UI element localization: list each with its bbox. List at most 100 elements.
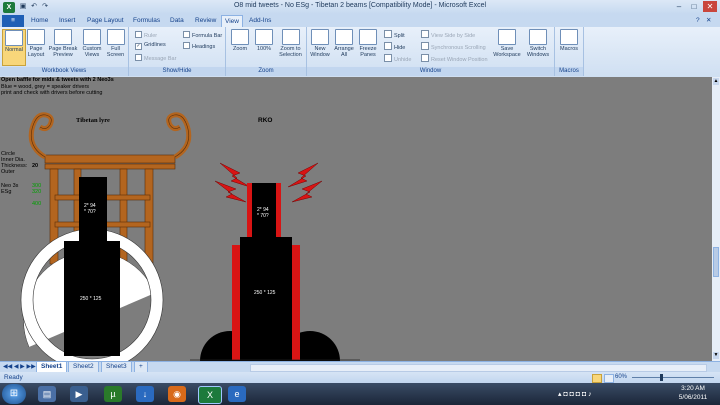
- tab-insert[interactable]: Insert: [59, 15, 75, 27]
- group-show-hide: Ruler ✓ Gridlines Message Bar Formula Bar…: [129, 27, 226, 76]
- woofer-label-right: 250 * 125: [254, 290, 276, 296]
- clock-date[interactable]: 5/06/2011: [670, 394, 716, 401]
- hide-button[interactable]: Hide: [384, 42, 405, 52]
- switch-windows-button[interactable]: Switch Windows: [524, 29, 552, 64]
- custom-views-icon: [83, 29, 101, 45]
- gridlines-checkbox[interactable]: ✓ Gridlines: [135, 42, 166, 50]
- unhide-icon: [384, 54, 392, 62]
- reset-position-icon: [421, 54, 429, 62]
- reset-window-position-button[interactable]: Reset Window Position: [421, 54, 488, 64]
- download-icon[interactable]: ↓: [136, 386, 154, 402]
- lightning-bolt-right-top: [287, 162, 319, 188]
- tray-icons[interactable]: ▴ ◘ ◘ ◘ ◘ ♪: [558, 390, 592, 398]
- tibetan-lyre-drawing[interactable]: [20, 112, 192, 361]
- status-bar: Ready 60%: [0, 372, 720, 383]
- hide-icon: [384, 42, 392, 50]
- close-icon[interactable]: ✕: [703, 1, 717, 12]
- firefox-icon[interactable]: ◉: [168, 386, 186, 402]
- maximize-icon[interactable]: □: [687, 1, 701, 12]
- full-screen-icon: [106, 29, 125, 45]
- normal-view-status-icon[interactable]: [592, 374, 602, 383]
- group-workbook-views: Normal Page Layout Page Break Preview Cu…: [0, 27, 129, 76]
- woofer-label-left: 250 * 125: [80, 296, 102, 302]
- message-bar-checkbox[interactable]: Message Bar: [135, 54, 176, 63]
- group-label-window: Window: [307, 67, 554, 76]
- group-window: New Window Arrange All Freeze Panes Spli…: [307, 27, 555, 76]
- scroll-up-icon[interactable]: ▲: [713, 78, 719, 85]
- sheet-nav-icon[interactable]: ◀◀ ◀ ▶ ▶▶: [3, 363, 36, 370]
- vertical-scroll-thumb[interactable]: [713, 247, 719, 277]
- freeze-panes-button[interactable]: Freeze Panes: [357, 29, 379, 64]
- horizontal-scrollbar[interactable]: [250, 364, 707, 372]
- utorrent-icon[interactable]: µ: [104, 386, 122, 402]
- zoom-100-icon: [255, 29, 273, 45]
- media-icon[interactable]: ▶: [70, 386, 88, 402]
- tab-add-ins[interactable]: Add-Ins: [249, 15, 271, 27]
- worksheet-area[interactable]: Open baffle for mids & tweets with 2 Neo…: [0, 77, 712, 361]
- unhide-button[interactable]: Unhide: [384, 54, 411, 64]
- green-value-2: 320: [32, 189, 42, 195]
- minimize-icon[interactable]: –: [672, 1, 686, 12]
- group-macros: Macros Macros: [555, 27, 584, 76]
- page-layout-icon: [27, 29, 45, 45]
- zoom-selection-icon: [281, 29, 300, 45]
- excel-taskbar-icon[interactable]: X: [198, 386, 222, 404]
- macros-button[interactable]: Macros: [557, 29, 581, 64]
- explorer-icon[interactable]: ▤: [38, 386, 56, 402]
- window-title: O8 mid tweets - No ESg - Tibetan 2 beams…: [233, 2, 487, 9]
- zoom-to-selection-button[interactable]: Zoom to Selection: [277, 29, 304, 64]
- start-button-icon[interactable]: ⊞: [2, 384, 26, 404]
- zoom-slider-thumb[interactable]: [660, 374, 663, 381]
- tab-formulas[interactable]: Formulas: [133, 15, 160, 27]
- rko-red-bottom-left: [232, 245, 240, 360]
- full-screen-button[interactable]: Full Screen: [105, 29, 126, 64]
- ie-icon[interactable]: e: [228, 386, 246, 402]
- rko-red-top-right: [276, 183, 281, 238]
- lyre-top-bar: [44, 154, 176, 164]
- zoom-100-button[interactable]: 100%: [254, 29, 274, 64]
- ribbon-close-icon[interactable]: ✕: [706, 15, 711, 27]
- green-value-3: 400: [32, 201, 42, 207]
- tab-review[interactable]: Review: [195, 15, 216, 27]
- split-button[interactable]: Split: [384, 30, 405, 40]
- zoom-button[interactable]: Zoom: [230, 29, 250, 64]
- zoom-level[interactable]: 60%: [615, 374, 627, 380]
- synchronous-scrolling-button[interactable]: Synchronous Scrolling: [421, 42, 486, 52]
- ruler-checkbox[interactable]: Ruler: [135, 31, 157, 40]
- group-label-workbook-views: Workbook Views: [0, 67, 128, 76]
- tab-view[interactable]: View: [221, 15, 243, 27]
- label-outer: Outer: [1, 169, 15, 175]
- office-button[interactable]: ≡: [2, 15, 24, 27]
- tab-home[interactable]: Home: [31, 15, 48, 27]
- headings-checkbox[interactable]: Headings: [183, 42, 215, 51]
- label-esg: ESg: [1, 189, 12, 195]
- switch-windows-icon: [529, 29, 547, 45]
- group-zoom: Zoom 100% Zoom to Selection Zoom: [226, 27, 307, 76]
- arrange-all-button[interactable]: Arrange All: [333, 29, 355, 64]
- help-icon[interactable]: ?: [696, 15, 700, 27]
- thickness-value: 20: [32, 163, 39, 169]
- arrange-all-icon: [335, 29, 353, 45]
- lyre-post-4: [144, 168, 154, 265]
- sync-scroll-icon: [421, 42, 429, 50]
- page-break-preview-button[interactable]: Page Break Preview: [48, 29, 78, 64]
- side-by-side-icon: [421, 30, 429, 38]
- clock-time[interactable]: 3:20 AM: [670, 385, 716, 392]
- page-layout-view-button[interactable]: Page Layout: [26, 29, 46, 64]
- save-workspace-button[interactable]: Save Workspace: [493, 29, 521, 64]
- page-layout-status-icon[interactable]: [604, 374, 614, 383]
- macros-icon: [560, 29, 578, 45]
- rko-drawing[interactable]: [200, 162, 340, 361]
- formula-bar-checkbox[interactable]: Formula Bar: [183, 31, 222, 40]
- lyre-right-horn: [166, 112, 192, 160]
- zoom-slider[interactable]: [632, 377, 714, 378]
- tab-data[interactable]: Data: [170, 15, 184, 27]
- new-window-button[interactable]: New Window: [309, 29, 331, 64]
- tab-page-layout[interactable]: Page Layout: [87, 15, 124, 27]
- scroll-down-icon[interactable]: ▼: [713, 352, 719, 359]
- title-bar: X ▣ ↶ ↷ O8 mid tweets - No ESg - Tibetan…: [0, 0, 720, 14]
- vertical-scrollbar[interactable]: ▲ ▼: [712, 77, 720, 361]
- normal-view-button[interactable]: Normal: [2, 29, 26, 66]
- view-side-by-side-button[interactable]: View Side by Side: [421, 30, 475, 40]
- custom-views-button[interactable]: Custom Views: [81, 29, 103, 64]
